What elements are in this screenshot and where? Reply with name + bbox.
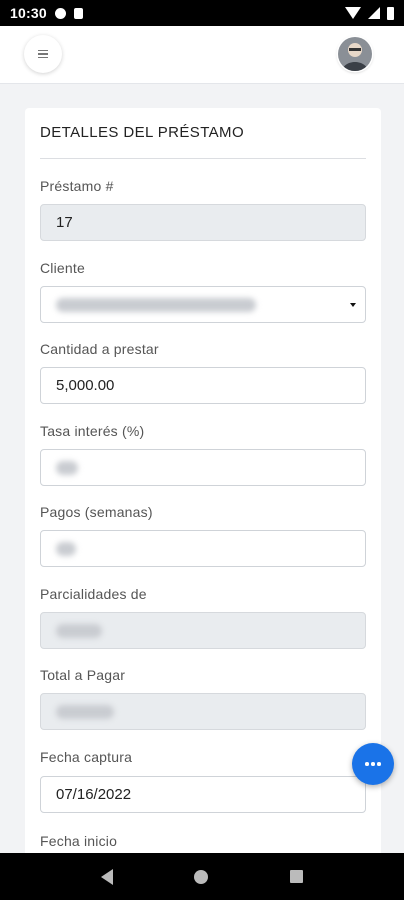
label-fecha-captura: Fecha captura xyxy=(40,749,133,765)
wifi-icon xyxy=(345,7,361,19)
label-cantidad: Cantidad a prestar xyxy=(40,341,159,357)
pagos-input[interactable] xyxy=(40,530,366,567)
loan-details-card: DETALLES DEL PRÉSTAMO Préstamo # 17 Clie… xyxy=(25,108,381,868)
tasa-input[interactable] xyxy=(40,449,366,486)
divider xyxy=(40,158,366,159)
prestamo-value: 17 xyxy=(56,214,73,231)
chevron-down-icon xyxy=(350,303,356,307)
more-actions-fab[interactable] xyxy=(352,743,394,785)
prestamo-field: 17 xyxy=(40,204,366,241)
label-fecha-inicio: Fecha inicio xyxy=(40,833,118,849)
top-app-bar xyxy=(0,26,404,84)
total-value-redacted xyxy=(56,704,114,719)
parcialidades-value-redacted xyxy=(56,623,102,638)
cliente-select[interactable] xyxy=(40,286,366,323)
battery-icon xyxy=(387,6,394,20)
pagos-value-redacted xyxy=(56,541,76,556)
label-prestamo: Préstamo # xyxy=(40,178,114,194)
more-horizontal-icon xyxy=(365,762,369,766)
status-time: 10:30 xyxy=(10,5,47,21)
sd-card-icon xyxy=(73,7,83,19)
home-icon[interactable] xyxy=(194,869,209,884)
label-pagos: Pagos (semanas) xyxy=(40,504,153,520)
cantidad-value: 5,000.00 xyxy=(56,377,115,394)
total-field xyxy=(40,693,366,730)
label-parcialidades: Parcialidades de xyxy=(40,586,147,602)
fecha-captura-input[interactable]: 07/16/2022 xyxy=(40,776,366,813)
menu-button[interactable] xyxy=(24,35,62,73)
cliente-value-redacted xyxy=(56,297,256,312)
parcialidades-field xyxy=(40,612,366,649)
signal-icon xyxy=(368,7,380,19)
label-tasa: Tasa interés (%) xyxy=(40,423,145,439)
menu-icon xyxy=(38,49,48,52)
tasa-value-redacted xyxy=(56,460,78,475)
back-icon[interactable] xyxy=(100,868,113,885)
avatar-icon xyxy=(338,37,372,71)
recents-icon[interactable] xyxy=(290,870,304,883)
fecha-captura-value: 07/16/2022 xyxy=(56,786,132,803)
system-nav-bar xyxy=(0,853,404,900)
label-total: Total a Pagar xyxy=(40,667,126,683)
card-title: DETALLES DEL PRÉSTAMO xyxy=(40,124,245,141)
notification-icon xyxy=(54,7,66,19)
avatar[interactable] xyxy=(338,37,372,71)
label-cliente: Cliente xyxy=(40,260,85,276)
cantidad-input[interactable]: 5,000.00 xyxy=(40,367,366,404)
